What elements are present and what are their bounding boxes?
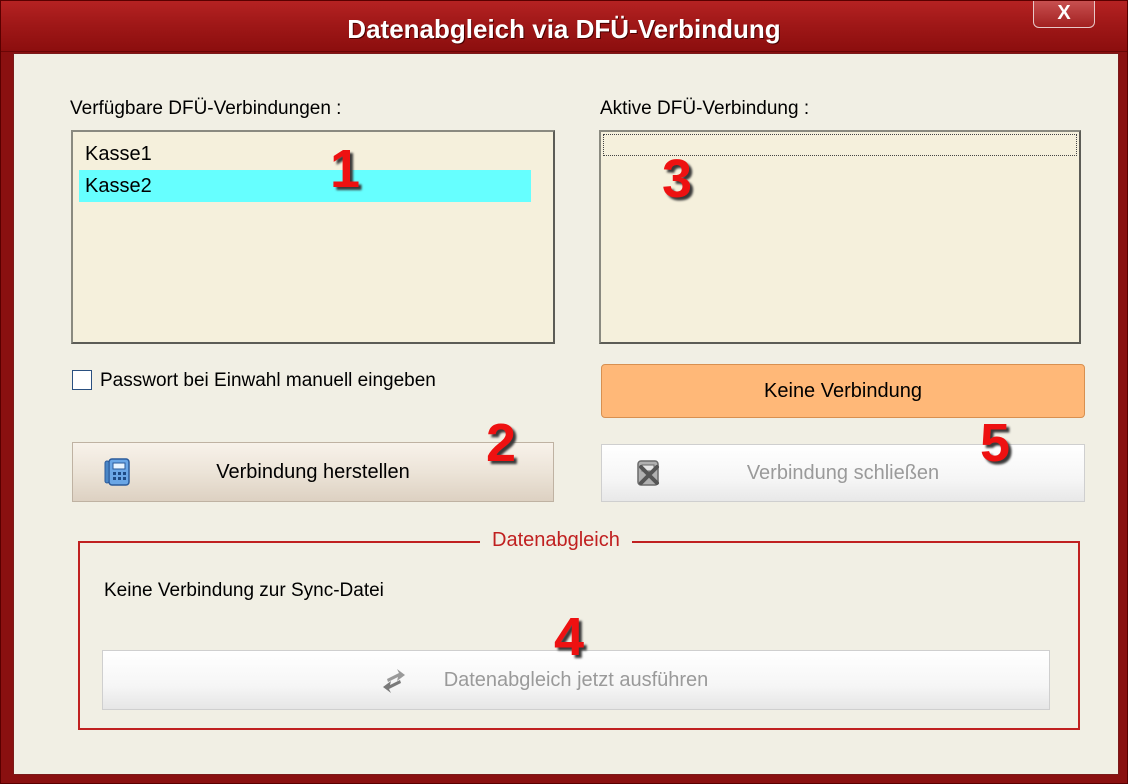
available-connections-label: Verfügbare DFÜ-Verbindungen :	[70, 98, 342, 119]
connect-button[interactable]: Verbindung herstellen	[72, 442, 554, 502]
disconnect-button[interactable]: Verbindung schließen	[601, 444, 1085, 502]
list-item-kasse2[interactable]: Kasse2	[79, 170, 531, 202]
marker-4: 4	[554, 607, 585, 667]
title-bar[interactable]: Datenabgleich via DFÜ-Verbindung X	[1, 1, 1127, 52]
disconnect-button-label: Verbindung schließen	[746, 461, 940, 484]
list-item-kasse1[interactable]: Kasse1	[79, 138, 531, 170]
marker-1: 1	[330, 139, 361, 199]
sync-status-text: Keine Verbindung zur Sync-Datei	[104, 580, 384, 601]
connect-button-label: Verbindung herstellen	[216, 460, 410, 483]
manual-password-checkbox[interactable]	[72, 370, 92, 390]
window-title: Datenabgleich via DFÜ-Verbindung	[347, 14, 781, 44]
active-connection-label: Aktive DFÜ-Verbindung :	[600, 98, 810, 119]
marker-5: 5	[980, 413, 1011, 473]
connection-status-label: Keine Verbindung	[764, 379, 922, 402]
marker-2: 2	[486, 413, 517, 473]
available-connections-list[interactable]: Kasse1 Kasse2	[71, 130, 555, 344]
sync-group-title: Datenabgleich	[480, 529, 632, 552]
close-button[interactable]: X	[1033, 1, 1095, 28]
connection-status-button[interactable]: Keine Verbindung	[601, 364, 1085, 418]
dialog-window: Datenabgleich via DFÜ-Verbindung X Verfü…	[0, 0, 1128, 784]
manual-password-label: Passwort bei Einwahl manuell eingeben	[100, 370, 436, 391]
dialog-content: Verfügbare DFÜ-Verbindungen : Kasse1 Kas…	[13, 53, 1119, 775]
marker-3: 3	[662, 149, 693, 209]
